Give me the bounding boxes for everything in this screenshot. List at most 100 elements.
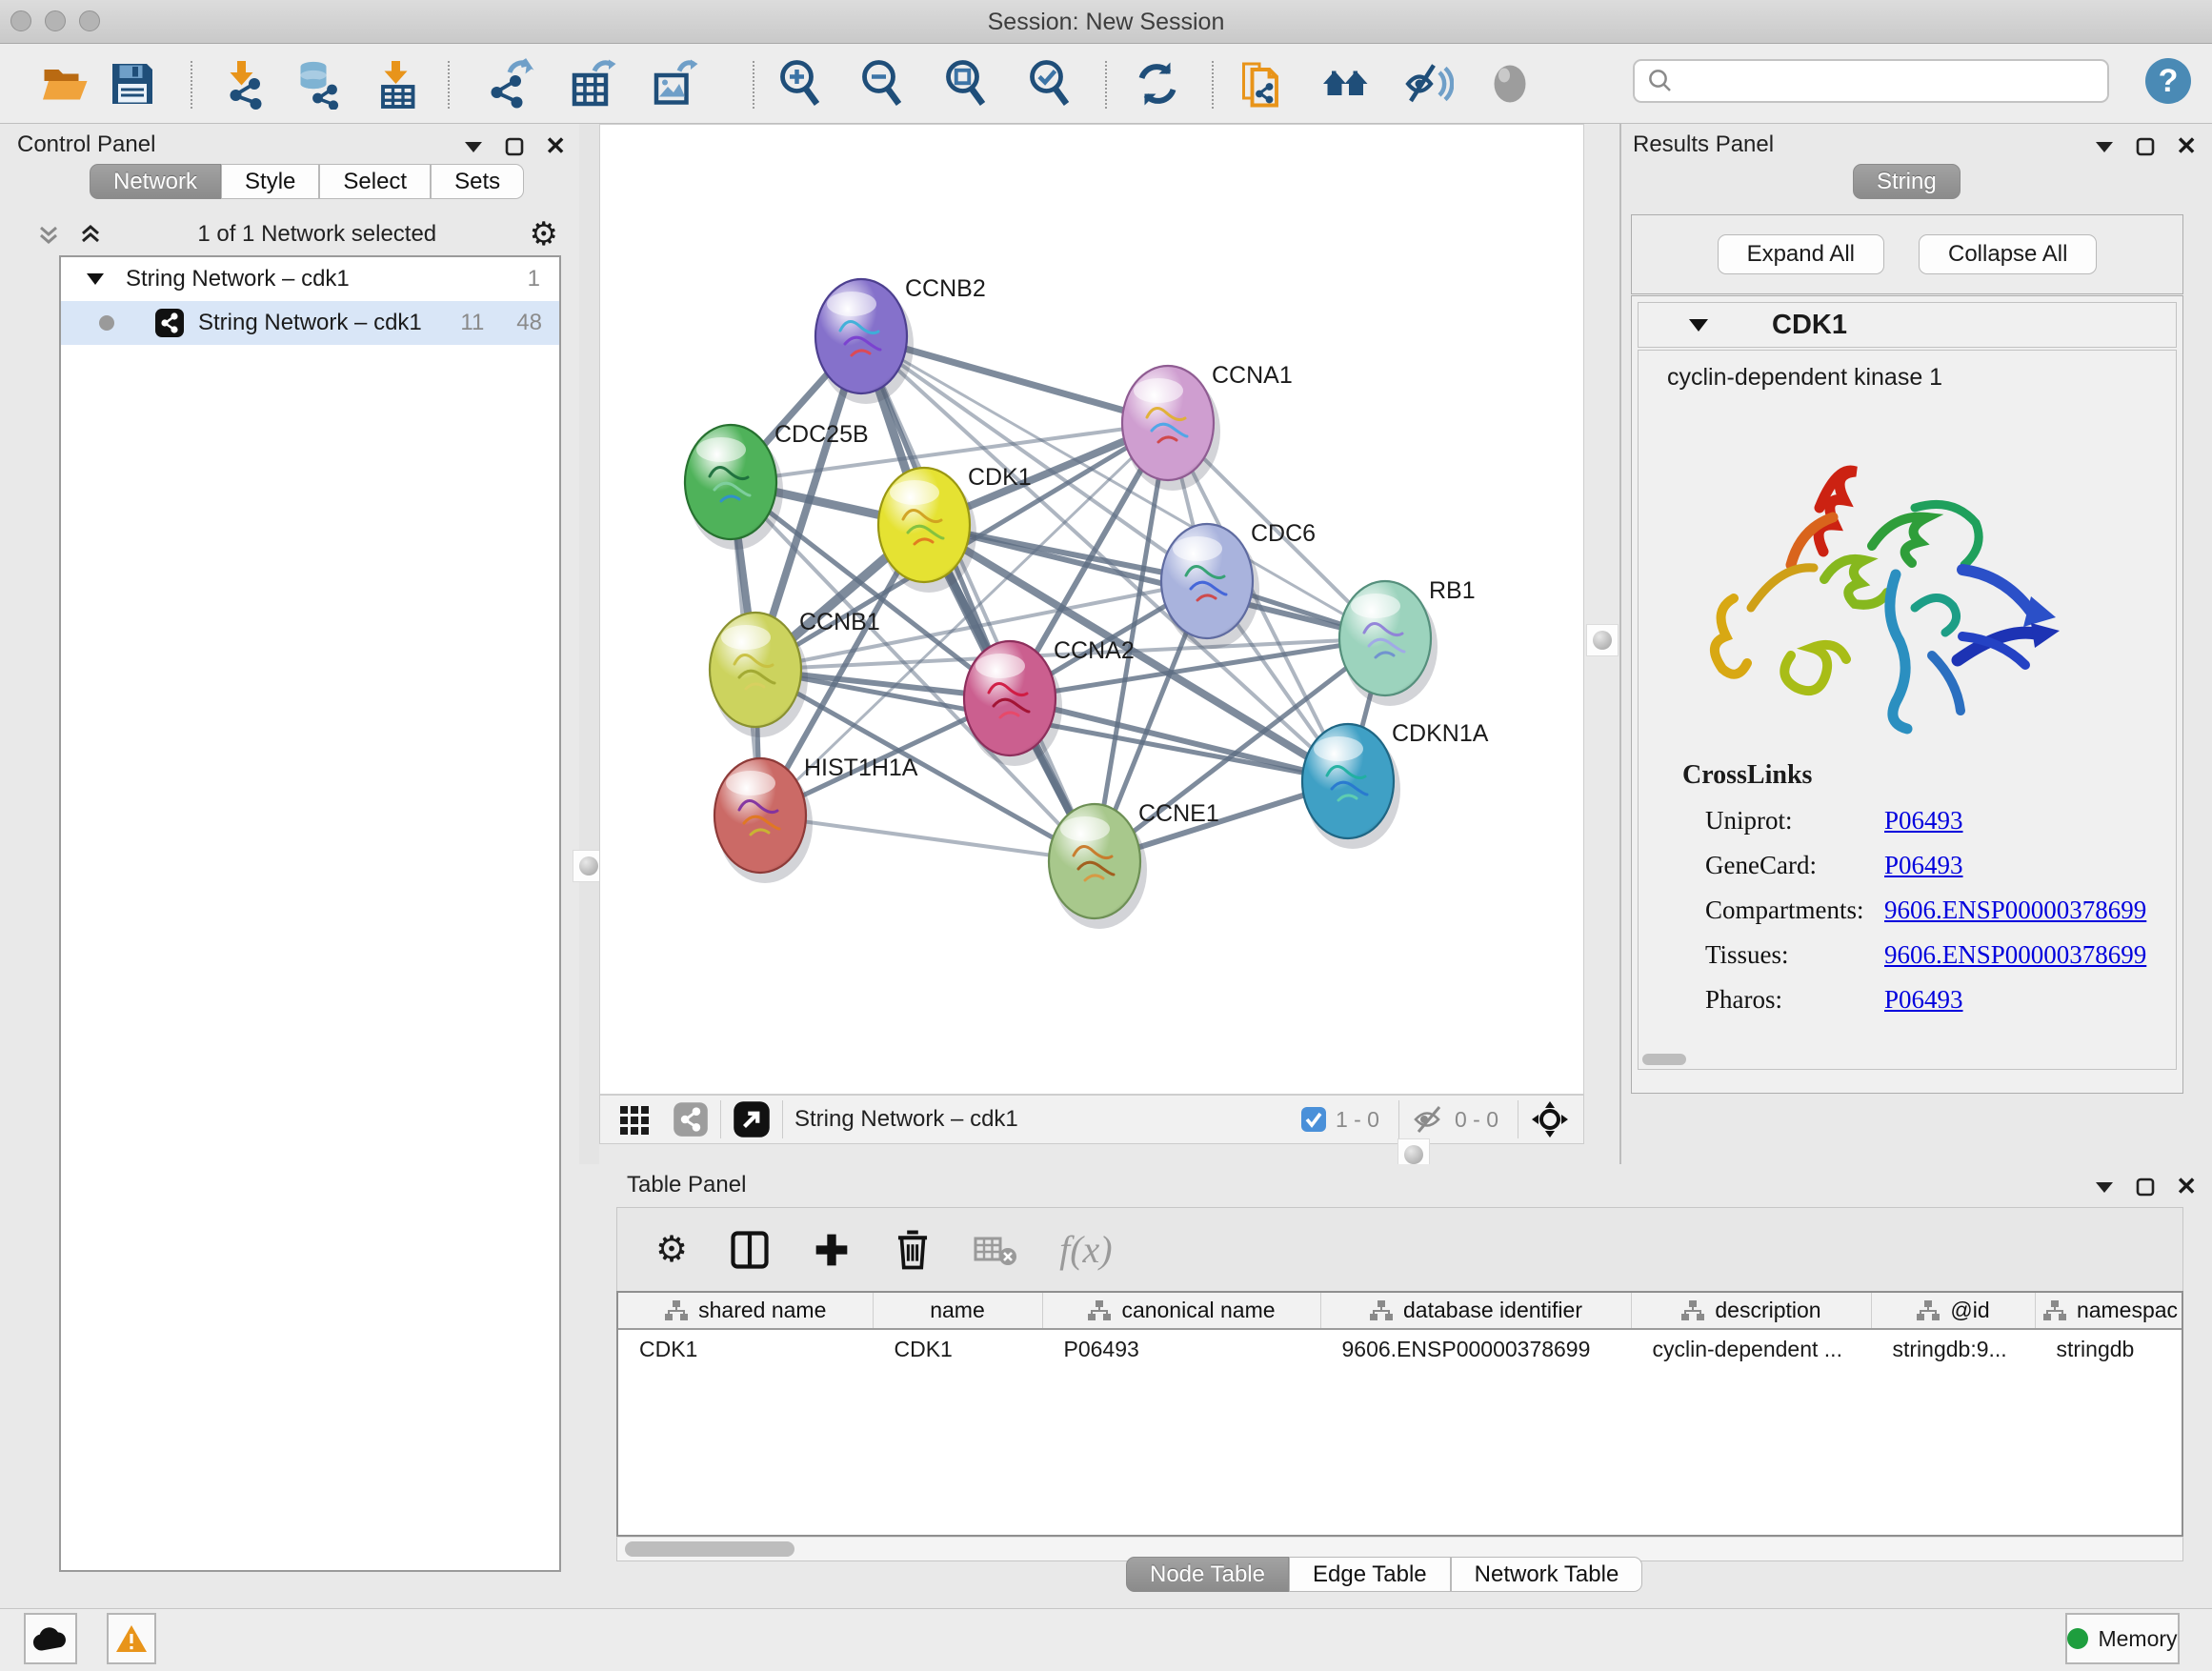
expand-all-button[interactable]: Expand All: [1718, 234, 1884, 274]
column-header-canonical-name[interactable]: canonical name: [1042, 1293, 1320, 1329]
node-section-header[interactable]: CDK1: [1638, 302, 2177, 348]
column-header-namespac[interactable]: namespac: [2035, 1293, 2183, 1329]
close-panel-icon[interactable]: ✕: [545, 131, 566, 161]
crosslink-link[interactable]: P06493: [1884, 985, 1963, 1015]
node-table[interactable]: shared namenamecanonical namedatabase id…: [616, 1291, 2183, 1537]
hide-panel-eye-icon[interactable]: [1400, 56, 1456, 111]
tab-sets[interactable]: Sets: [431, 164, 524, 199]
table-cell[interactable]: stringdb:9...: [1871, 1329, 2035, 1369]
warnings-button[interactable]: [107, 1613, 156, 1664]
node-label-CCNA1: CCNA1: [1212, 362, 1293, 389]
column-header--id[interactable]: @id: [1871, 1293, 2035, 1329]
panel-menu-icon[interactable]: [2094, 140, 2115, 153]
show-panel-eye-icon[interactable]: [1482, 56, 1538, 111]
table-hscrollbar[interactable]: [625, 1541, 794, 1557]
apply-layout-icon[interactable]: [1130, 56, 1185, 111]
function-builder-icon[interactable]: f(x): [1059, 1227, 1113, 1272]
crosslink-link[interactable]: 9606.ENSP00000378699: [1884, 940, 2146, 970]
collapse-all-icon[interactable]: [34, 220, 63, 249]
help-icon[interactable]: ?: [2145, 58, 2191, 104]
zoom-fit-icon[interactable]: [939, 56, 995, 111]
crosslink-link[interactable]: 9606.ENSP00000378699: [1884, 896, 2146, 925]
table-cell[interactable]: CDK1: [618, 1329, 873, 1369]
table-cell[interactable]: CDK1: [873, 1329, 1042, 1369]
close-panel-icon[interactable]: ✕: [2176, 131, 2197, 161]
grid-view-icon[interactable]: [617, 1102, 652, 1137]
section-expander-icon[interactable]: [1688, 318, 1709, 332]
delete-table-icon[interactable]: [974, 1233, 1017, 1267]
network-node-CDKN1A[interactable]: [1302, 724, 1400, 849]
panel-menu-icon[interactable]: [463, 140, 484, 153]
network-options-gear-icon[interactable]: ⚙: [530, 215, 558, 253]
table-options-gear-icon[interactable]: ⚙: [655, 1228, 688, 1271]
hidden-eye-icon[interactable]: [1411, 1105, 1447, 1134]
cloud-status-button[interactable]: [24, 1613, 77, 1664]
collection-expander-icon[interactable]: [86, 272, 105, 286]
add-column-icon[interactable]: [812, 1230, 852, 1270]
zoom-out-icon[interactable]: [855, 56, 911, 111]
delete-column-icon[interactable]: [894, 1229, 932, 1271]
collapse-all-button[interactable]: Collapse All: [1919, 234, 2097, 274]
control-panel-tabs: Network Style Select Sets: [90, 164, 524, 199]
network-node-CCNA2[interactable]: [964, 641, 1062, 766]
float-panel-icon[interactable]: [2136, 1178, 2155, 1197]
home-pages-icon[interactable]: [1318, 56, 1374, 111]
export-table-icon[interactable]: [564, 56, 619, 111]
zoom-in-icon[interactable]: [774, 56, 829, 111]
results-hscrollbar[interactable]: [1642, 1054, 1686, 1065]
table-cell[interactable]: cyclin-dependent ...: [1631, 1329, 1871, 1369]
column-header-description[interactable]: description: [1631, 1293, 1871, 1329]
show-columns-icon[interactable]: [730, 1229, 770, 1271]
splitter-knob[interactable]: [1586, 624, 1619, 656]
network-row[interactable]: String Network – cdk1 11 48: [61, 301, 559, 345]
save-session-icon[interactable]: [105, 56, 160, 111]
export-network-icon[interactable]: [482, 56, 537, 111]
open-session-icon[interactable]: [38, 56, 93, 111]
export-image-icon[interactable]: [646, 56, 701, 111]
control-network-splitter[interactable]: [579, 124, 599, 1164]
network-canvas[interactable]: CCNB2CCNA1CDC25BCDK1CDC6RB1CCNB1CCNA2CDK…: [599, 124, 1584, 1095]
float-panel-icon[interactable]: [2136, 137, 2155, 156]
close-panel-icon[interactable]: ✕: [2176, 1172, 2197, 1201]
toolbar-separator: [1105, 61, 1107, 109]
tab-network-table[interactable]: Network Table: [1451, 1557, 1643, 1592]
network-view-icon[interactable]: [673, 1101, 709, 1137]
table-cell[interactable]: 9606.ENSP00000378699: [1320, 1329, 1631, 1369]
clipboard-network-icon[interactable]: [1235, 56, 1290, 111]
column-header-shared-name[interactable]: shared name: [618, 1293, 873, 1329]
table-row[interactable]: CDK1CDK1P064939606.ENSP00000378699cyclin…: [618, 1329, 2183, 1369]
float-panel-icon[interactable]: [505, 137, 524, 156]
fit-crosshair-icon[interactable]: [1530, 1099, 1570, 1139]
selected-count: 1 - 0: [1336, 1107, 1379, 1133]
detach-view-icon[interactable]: [733, 1100, 771, 1138]
tab-node-table[interactable]: Node Table: [1126, 1557, 1289, 1592]
memory-button[interactable]: Memory: [2065, 1613, 2180, 1664]
tab-edge-table[interactable]: Edge Table: [1289, 1557, 1451, 1592]
panel-menu-icon[interactable]: [2094, 1180, 2115, 1194]
network-node-HIST1H1A[interactable]: [714, 758, 813, 883]
network-node-CCNB2[interactable]: [815, 279, 914, 404]
network-node-CCNE1[interactable]: [1049, 804, 1147, 929]
network-collection-row[interactable]: String Network – cdk1 1: [61, 257, 559, 301]
crosslink-link[interactable]: P06493: [1884, 851, 1963, 880]
import-table-icon[interactable]: [370, 56, 425, 111]
search-input[interactable]: [1675, 62, 2107, 100]
table-cell[interactable]: stringdb: [2035, 1329, 2183, 1369]
expand-all-icon[interactable]: [76, 220, 105, 249]
tab-network[interactable]: Network: [90, 164, 221, 199]
tab-style[interactable]: Style: [221, 164, 319, 199]
crosslink-link[interactable]: P06493: [1884, 806, 1963, 836]
selected-checkbox-icon[interactable]: [1299, 1105, 1328, 1134]
table-cell[interactable]: P06493: [1042, 1329, 1320, 1369]
column-header-database-identifier[interactable]: database identifier: [1320, 1293, 1631, 1329]
network-node-CDC6[interactable]: [1161, 524, 1259, 649]
tab-select[interactable]: Select: [319, 164, 431, 199]
network-node-CDK1[interactable]: [878, 468, 976, 593]
network-node-RB1[interactable]: [1339, 581, 1438, 706]
zoom-selected-icon[interactable]: [1023, 56, 1078, 111]
column-header-name[interactable]: name: [873, 1293, 1042, 1329]
tab-string[interactable]: String: [1853, 164, 1961, 199]
network-table-splitter[interactable]: [599, 1144, 1584, 1164]
import-network-from-database-icon[interactable]: [292, 56, 347, 111]
import-network-icon[interactable]: [215, 56, 271, 111]
